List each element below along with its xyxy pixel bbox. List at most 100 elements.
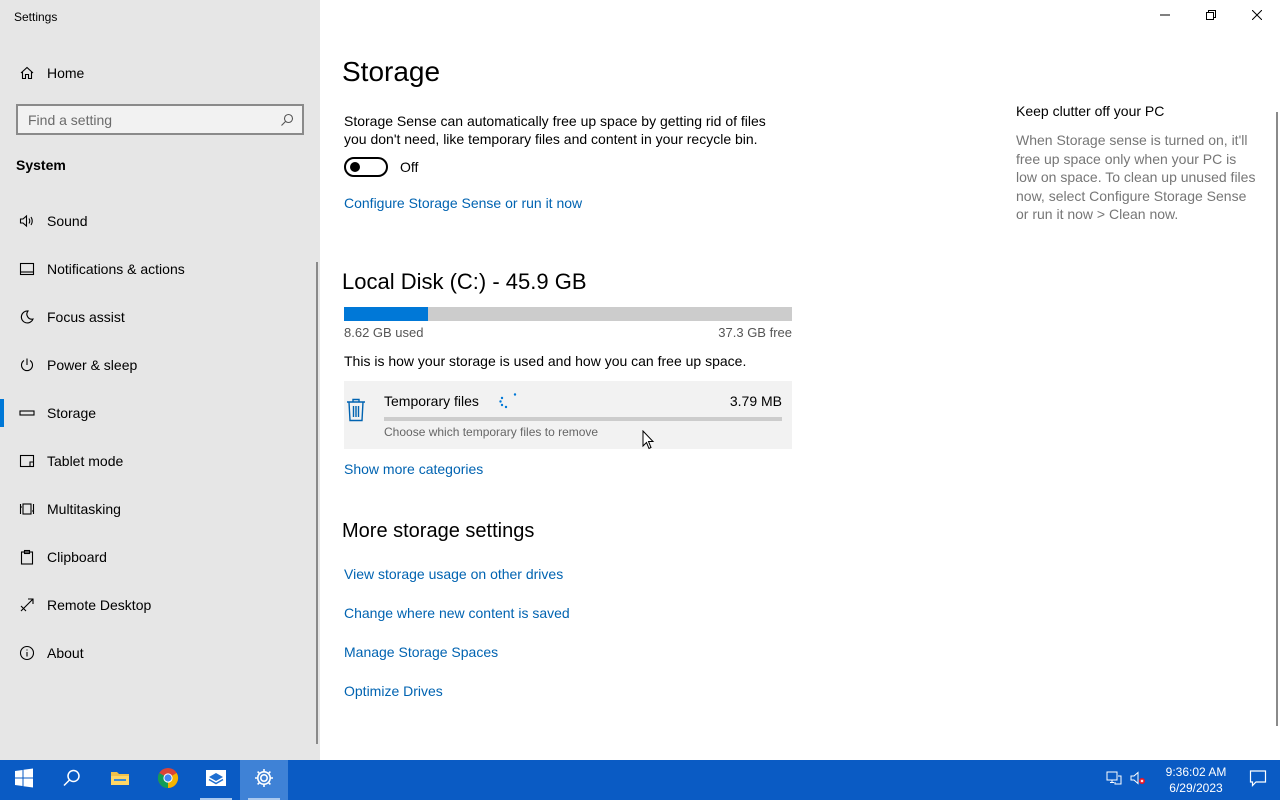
temporary-files-card[interactable]: Temporary files 3.79 MB Choose which tem… [344,381,792,449]
toggle-state-label: Off [400,159,419,175]
home-icon [16,64,38,82]
volume-tray-button[interactable] [1126,760,1150,800]
sidebar-item-label: About [47,645,84,661]
more-storage-settings-links: View storage usage on other drives Chang… [344,566,570,722]
tip-title: Keep clutter off your PC [1016,103,1165,119]
page-title: Storage [342,56,441,87]
manage-storage-spaces-link[interactable]: Manage Storage Spaces [344,644,570,683]
settings-nav: Sound Notifications & actions Focus assi… [0,197,320,677]
clock-date: 6/29/2023 [1169,781,1223,795]
view-storage-other-drives-link[interactable]: View storage usage on other drives [344,566,570,605]
sidebar-item-label: Multitasking [47,501,121,517]
home-button[interactable]: Home [0,56,320,90]
storage-sense-description: Storage Sense can automatically free up … [344,113,766,147]
window-controls [1142,0,1280,32]
clipboard-icon [16,548,38,566]
sidebar-item-tablet-mode[interactable]: Tablet mode [0,437,320,485]
sidebar-item-label: Notifications & actions [47,261,185,277]
info-icon [16,644,38,662]
category-size: 3.79 MB [729,393,782,409]
restore-icon [1206,7,1216,25]
storage-drive-icon [16,404,38,422]
sidebar-item-label: Storage [47,405,97,421]
close-icon [1251,7,1263,25]
sidebar-item-focus-assist[interactable]: Focus assist [0,293,320,341]
search-icon[interactable] [280,113,294,127]
sidebar-item-label: Power & sleep [47,357,138,373]
taskbar: 9:36:02 AM 6/29/2023 [0,760,1280,800]
minimize-icon [1160,7,1170,25]
main-scrollbar[interactable] [1276,112,1278,726]
action-center-button[interactable] [1236,760,1280,800]
disk-title: Local Disk (C:) - 45.9 GB [342,269,587,294]
search-input[interactable] [28,111,280,128]
volume-muted-icon [1130,770,1146,791]
sidebar-item-sound[interactable]: Sound [0,197,320,245]
category-usage-bar [384,417,782,421]
sidebar-item-clipboard[interactable]: Clipboard [0,533,320,581]
multitasking-icon [16,500,38,518]
search-icon [61,767,83,794]
sidebar: Settings Home System Sound Notifications… [0,0,320,760]
tablet-icon [16,452,38,470]
sidebar-item-multitasking[interactable]: Multitasking [0,485,320,533]
loading-spinner-icon [496,392,518,412]
taskbar-search-button[interactable] [48,760,96,800]
sidebar-item-power-sleep[interactable]: Power & sleep [0,341,320,389]
storage-sense-toggle-row: Off [344,157,418,177]
file-explorer-icon [109,767,131,794]
taskbar-clock[interactable]: 9:36:02 AM 6/29/2023 [1156,764,1236,796]
settings-app-button[interactable] [240,760,288,800]
power-icon [16,356,38,374]
clock-time: 9:36:02 AM [1165,765,1227,779]
section-label-system: System [16,157,66,173]
storage-sense-toggle[interactable] [344,157,388,177]
start-button[interactable] [0,760,48,800]
optimize-drives-link[interactable]: Optimize Drives [344,683,570,722]
trash-icon [346,398,366,422]
sidebar-item-label: Tablet mode [47,453,124,469]
toggle-knob [350,162,360,172]
notification-icon [16,260,38,278]
disk-usage-fill [344,307,429,321]
chrome-button[interactable] [144,760,192,800]
search-box[interactable] [16,104,304,135]
chrome-icon [157,767,179,794]
speaker-icon [16,212,38,230]
sidebar-item-label: Remote Desktop [47,597,152,613]
disk-free-label: 37.3 GB free [718,325,792,340]
app-title: Settings [14,10,58,24]
show-more-categories-link[interactable]: Show more categories [344,461,483,477]
sidebar-item-label: Focus assist [47,309,125,325]
network-tray-button[interactable] [1102,760,1126,800]
mail-app-icon [205,767,227,794]
mail-app-button[interactable] [192,760,240,800]
moon-icon [16,308,38,326]
file-explorer-button[interactable] [96,760,144,800]
remote-desktop-icon [16,596,38,614]
sidebar-item-about[interactable]: About [0,629,320,677]
home-label: Home [47,65,85,81]
restore-button[interactable] [1188,0,1234,32]
sidebar-item-label: Sound [47,213,88,229]
tip-body: When Storage sense is turned on, it'll f… [1016,132,1256,222]
sidebar-scrollbar[interactable] [316,262,318,744]
action-center-icon [1249,769,1267,792]
category-label: Temporary files [384,393,479,409]
category-subtitle: Choose which temporary files to remove [384,425,599,439]
sidebar-item-remote-desktop[interactable]: Remote Desktop [0,581,320,629]
network-icon [1106,770,1122,791]
minimize-button[interactable] [1142,0,1188,32]
more-storage-settings-title: More storage settings [342,520,535,542]
system-tray: 9:36:02 AM 6/29/2023 [1102,760,1280,800]
usage-description: This is how your storage is used and how… [344,353,747,369]
start-icon [13,767,35,794]
change-new-content-location-link[interactable]: Change where new content is saved [344,605,570,644]
settings-gear-icon [253,767,275,794]
sidebar-item-storage[interactable]: Storage [0,389,320,437]
disk-used-label: 8.62 GB used [344,325,424,340]
sidebar-item-notifications[interactable]: Notifications & actions [0,245,320,293]
configure-storage-sense-link[interactable]: Configure Storage Sense or run it now [344,195,582,211]
mouse-cursor-icon [642,429,656,450]
close-button[interactable] [1234,0,1280,32]
